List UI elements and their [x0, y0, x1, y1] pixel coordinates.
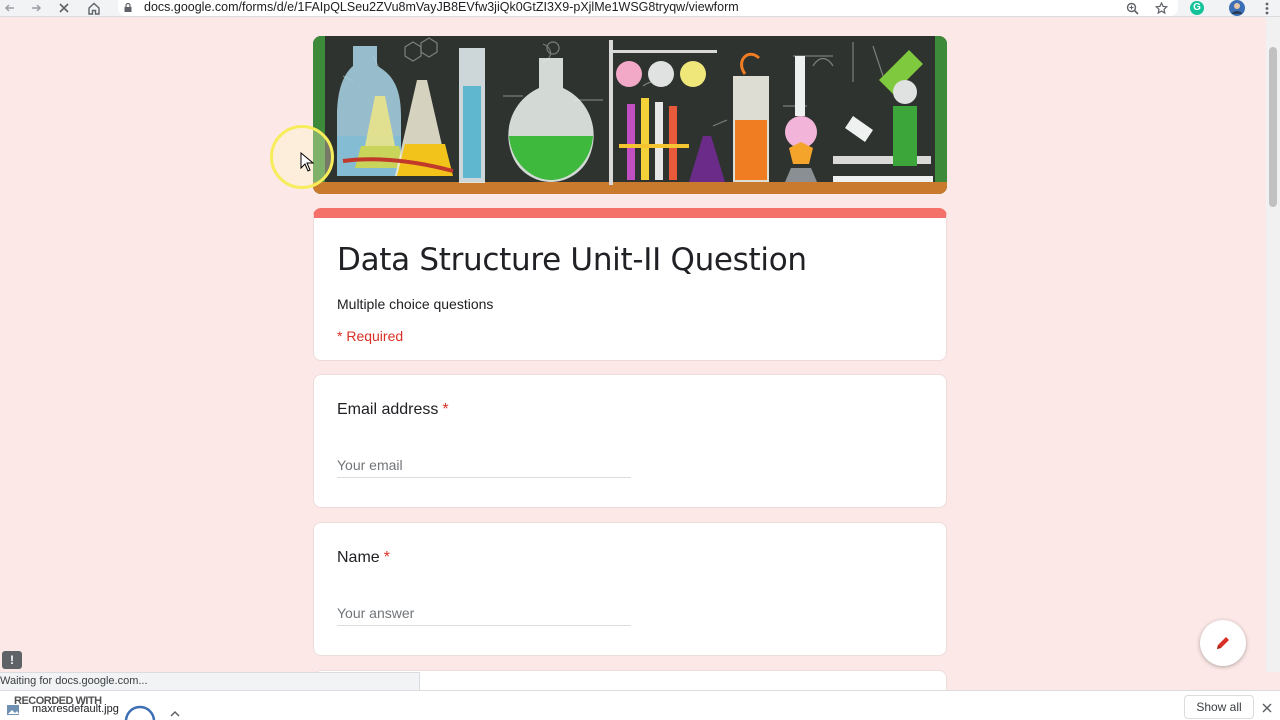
downloads-shelf: RECORDED WITH maxresdefault.jpg Show all: [0, 690, 1280, 720]
zoom-icon: [1126, 2, 1139, 15]
mouse-pointer-icon: [300, 152, 314, 172]
form-description: Multiple choice questions: [337, 296, 494, 312]
stop-button[interactable]: [54, 0, 74, 16]
scrollbar-thumb[interactable]: [1269, 47, 1277, 207]
email-field[interactable]: [337, 452, 631, 478]
question-text: Email address: [337, 401, 439, 418]
question-label: Email address *: [337, 401, 449, 419]
form-header-image: [313, 36, 947, 194]
show-all-downloads-button[interactable]: Show all: [1184, 695, 1254, 719]
question-text: Name: [337, 549, 380, 566]
profile-avatar-button[interactable]: [1228, 0, 1246, 16]
forward-arrow-icon: [32, 4, 42, 12]
zoom-button[interactable]: [1123, 0, 1141, 16]
home-icon: [88, 2, 100, 15]
image-file-icon: [7, 705, 19, 715]
close-icon[interactable]: [1262, 703, 1272, 713]
download-item-name[interactable]: maxresdefault.jpg: [32, 703, 119, 715]
edit-form-button[interactable]: [1200, 620, 1246, 666]
forward-button[interactable]: [26, 0, 46, 16]
page-scrollbar[interactable]: [1266, 17, 1280, 672]
browser-status-text: Waiting for docs.google.com...: [0, 672, 420, 690]
question-label: Name *: [337, 549, 390, 567]
more-vert-icon: [1265, 2, 1269, 14]
avatar: [1229, 0, 1245, 16]
bookmark-star-button[interactable]: [1152, 0, 1170, 16]
chemistry-lab-illustration: [313, 36, 947, 194]
feedback-icon[interactable]: !: [2, 651, 22, 669]
pencil-icon: [1217, 637, 1229, 649]
question-card-name: Name *: [313, 522, 947, 656]
grammarly-extension-button[interactable]: G: [1188, 0, 1206, 16]
required-note: * Required: [337, 328, 404, 344]
lock-icon: [124, 3, 132, 12]
home-button[interactable]: [84, 0, 104, 16]
chevron-up-icon[interactable]: [170, 709, 180, 717]
grammarly-icon: G: [1190, 1, 1204, 15]
browser-toolbar: docs.google.com/forms/d/e/1FAIpQLSeu2ZVu…: [0, 0, 1280, 17]
url-text[interactable]: docs.google.com/forms/d/e/1FAIpQLSeu2ZVu…: [144, 0, 739, 15]
close-icon: [59, 3, 69, 13]
form-title-card: Data Structure Unit-II Question Multiple…: [313, 208, 947, 361]
star-icon: [1154, 1, 1168, 14]
name-field[interactable]: [337, 600, 631, 626]
required-asterisk: *: [383, 549, 390, 566]
browser-menu-button[interactable]: [1258, 0, 1276, 16]
download-progress-icon: [124, 705, 156, 720]
form-title: Data Structure Unit-II Question: [337, 242, 807, 278]
back-button[interactable]: [0, 0, 20, 16]
required-asterisk: *: [442, 401, 449, 418]
back-arrow-icon: [4, 4, 14, 12]
question-card-email: Email address *: [313, 374, 947, 508]
